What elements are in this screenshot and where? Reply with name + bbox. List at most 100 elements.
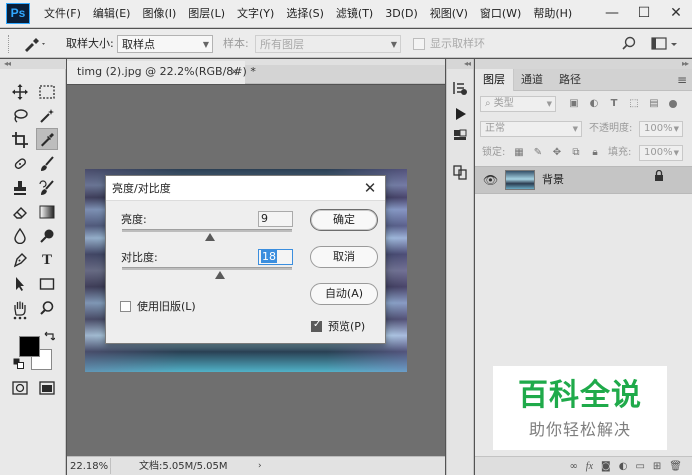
eyedropper-tool-icon[interactable] [36,128,58,150]
tab-layers[interactable]: 图层 [475,69,514,91]
filter-toggle-icon[interactable] [668,96,678,112]
menu-3d[interactable]: 3D(D) [379,0,424,28]
menu-layer[interactable]: 图层(L) [182,0,231,28]
menu-filter[interactable]: 滤镜(T) [330,0,379,28]
search-icon[interactable] [621,35,637,53]
dialog-title-bar[interactable]: 亮度/对比度 ✕ [106,176,385,201]
menu-window[interactable]: 窗口(W) [474,0,527,28]
type-tool-icon[interactable]: T [36,249,58,271]
eraser-tool-icon[interactable] [9,201,31,223]
new-layer-icon[interactable]: ⊞ [653,461,661,472]
menu-view[interactable]: 视图(V) [424,0,474,28]
trash-icon[interactable]: 🗑︎ [669,461,682,472]
lock-artboard-icon[interactable]: ⧉ [569,145,583,161]
collapse-toolbar-icon[interactable]: ◂◂ [0,59,66,69]
mask-icon[interactable]: ◙ [601,461,611,472]
adjustment-icon[interactable]: ◐ [619,461,628,472]
fx-icon[interactable]: fx [586,461,593,472]
properties-panel-icon[interactable] [450,124,470,144]
filter-adjustment-icon[interactable]: ◐ [587,96,601,112]
workspace-switcher[interactable] [650,35,680,53]
default-colors-icon[interactable] [13,358,25,370]
sample-select[interactable]: 所有图层 ▼ [255,35,401,53]
maximize-button[interactable]: ☐ [628,0,660,28]
paragraph-panel-icon[interactable] [450,162,470,182]
swap-colors-icon[interactable] [42,329,56,343]
menu-type[interactable]: 文字(Y) [231,0,280,28]
chevron-right-icon[interactable]: › [258,458,262,475]
opacity-field[interactable]: 100% ▼ [639,121,683,137]
fill-field[interactable]: 100% ▼ [639,145,683,161]
tool-preset-picker[interactable] [22,35,48,53]
brightness-slider-track[interactable] [122,229,292,232]
lasso-tool-icon[interactable] [9,105,31,127]
blend-mode-select[interactable]: 正常 ▼ [480,121,582,137]
layer-filter-select[interactable]: ⌕ 类型 ▼ [480,96,556,112]
close-icon[interactable]: ✕ [360,178,380,198]
menu-select[interactable]: 选择(S) [280,0,330,28]
lock-transparent-icon[interactable]: ▦ [512,145,526,161]
path-selection-tool-icon[interactable] [9,273,31,295]
lock-image-icon[interactable]: ✎ [531,145,545,161]
expand-panels-icon[interactable]: ◂◂ [447,59,473,69]
cancel-button[interactable]: 取消 [310,246,378,268]
layer-thumbnail [505,170,535,190]
zoom-field[interactable]: 22.18% [67,458,111,474]
quick-mask-icon[interactable] [9,377,31,399]
legacy-checkbox[interactable] [120,301,131,312]
ok-button[interactable]: 确定 [310,209,378,231]
tab-paths[interactable]: 路径 [551,69,589,91]
link-icon[interactable]: ∞ [569,461,577,472]
minimize-button[interactable]: — [596,0,628,28]
panel-menu-icon[interactable]: ≡ [677,69,687,91]
close-icon[interactable]: × [230,61,239,83]
menu-file[interactable]: 文件(F) [38,0,87,28]
auto-button[interactable]: 自动(A) [310,283,378,305]
pen-tool-icon[interactable] [9,249,31,271]
brightness-field[interactable]: 9 [258,211,293,227]
screen-mode-icon[interactable] [36,377,58,399]
eye-icon[interactable]: 👁︎ [483,167,498,193]
layer-name[interactable]: 背景 [542,167,564,193]
filter-pixel-icon[interactable]: ▣ [567,96,581,112]
blur-tool-icon[interactable] [9,225,31,247]
clone-stamp-tool-icon[interactable] [9,177,31,199]
marquee-tool-icon[interactable] [36,81,58,103]
collapse-panel-icon[interactable]: ▸▸ [475,59,692,69]
menu-help[interactable]: 帮助(H) [527,0,578,28]
zoom-tool-icon[interactable] [36,297,58,319]
move-tool-icon[interactable] [9,81,31,103]
magic-wand-tool-icon[interactable] [36,105,58,127]
history-brush-tool-icon[interactable] [36,177,58,199]
filter-shape-icon[interactable]: ⬚ [627,96,641,112]
close-window-button[interactable]: ✕ [660,0,692,28]
history-panel-icon[interactable] [450,78,470,98]
lock-position-icon[interactable]: ✥ [550,145,564,161]
show-ring-checkbox[interactable] [413,38,425,50]
gradient-tool-icon[interactable] [36,201,58,223]
contrast-slider-thumb[interactable] [215,271,225,279]
document-tab[interactable]: timg (2).jpg @ 22.2%(RGB/8#) * × [67,61,256,84]
layer-row[interactable]: 👁︎ 背景 [475,166,692,194]
lock-all-icon[interactable]: 🔒︎ [588,145,602,161]
brightness-slider-thumb[interactable] [205,233,215,241]
dodge-tool-icon[interactable] [36,225,58,247]
crop-tool-icon[interactable] [9,129,31,151]
spot-healing-tool-icon[interactable] [9,153,31,175]
filter-type-icon[interactable]: T [607,96,621,112]
brush-tool-icon[interactable] [36,153,58,175]
folder-icon[interactable]: ▭ [635,461,644,472]
collapsed-panels-dock: ◂◂ [446,59,474,475]
more-tools-icon[interactable] [9,311,31,325]
foreground-color-swatch[interactable] [19,336,40,357]
actions-play-icon[interactable] [450,104,470,124]
preview-checkbox[interactable] [311,319,322,332]
menu-edit[interactable]: 编辑(E) [87,0,137,28]
sample-size-select[interactable]: 取样点 ▼ [117,35,213,53]
tab-channels[interactable]: 通道 [513,69,551,91]
menu-image[interactable]: 图像(I) [136,0,182,28]
contrast-field[interactable]: 18 [258,249,293,265]
contrast-slider-track[interactable] [122,267,292,270]
filter-smart-object-icon[interactable]: ▤ [647,96,661,112]
rectangle-tool-icon[interactable] [36,273,58,295]
